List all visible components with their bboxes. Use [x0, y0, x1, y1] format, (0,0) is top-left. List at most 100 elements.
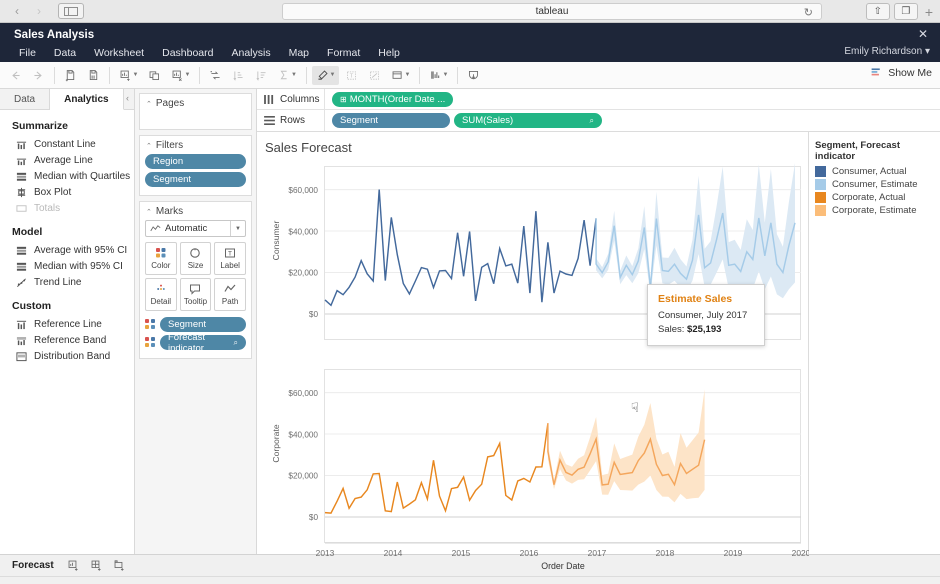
pages-card-header[interactable]: ⌃ Pages — [140, 94, 251, 112]
download-button[interactable] — [463, 66, 484, 85]
menu-analysis[interactable]: Analysis — [222, 45, 279, 61]
marks-tooltip-button[interactable]: Tooltip — [179, 278, 212, 311]
legend-item[interactable]: Consumer, Actual — [815, 166, 934, 177]
reload-icon[interactable]: ↻ — [804, 6, 813, 19]
tabs-overview-icon[interactable]: ❐ — [893, 3, 918, 20]
address-bar[interactable]: tableau ↻ — [282, 3, 822, 20]
show-me-button[interactable]: Show Me — [870, 66, 932, 79]
chevron-down-icon: ▼ — [291, 72, 297, 78]
shelf-pill-month-order-date[interactable]: ⊞ MONTH(Order Date ... — [332, 91, 454, 107]
legend-item[interactable]: Corporate, Actual — [815, 192, 934, 203]
marks-pill-forecast-indicator[interactable]: Forecast indicator ⌕ — [160, 332, 246, 354]
marks-detail-button[interactable]: Detail — [145, 278, 177, 311]
analytics-item-median-with-quartiles[interactable]: Median with Quartiles — [0, 168, 134, 184]
highlight-button[interactable]: ▼ — [312, 65, 339, 85]
detail-icon — [157, 284, 165, 290]
pane-tab-data[interactable]: Data — [0, 89, 51, 109]
viz-and-legend: Sales Forecast $0 $20,000 $40,000 $60,000 Co… — [257, 132, 940, 571]
presentation-button[interactable] — [364, 66, 385, 85]
legend-item[interactable]: Corporate, Estimate — [815, 205, 934, 216]
sales-forecast-chart[interactable]: $0 $20,000 $40,000 $60,000 Consumer $0 $20,000… — [257, 161, 811, 579]
analytics-item-constant-line[interactable]: Constant Line — [0, 136, 134, 152]
analytics-item-average-with-95-ci[interactable]: Average with 95% CI — [0, 242, 134, 258]
forward-button[interactable] — [28, 66, 49, 85]
analytics-item-average-line[interactable]: Average Line — [0, 152, 134, 168]
new-worksheet-button[interactable]: ▼ — [115, 66, 142, 85]
rows-shelf[interactable]: Rows Segment SUM(Sales) ⌕ — [257, 110, 940, 131]
filters-card-header[interactable]: ⌃ Filters — [140, 136, 251, 154]
marks-pill-label: Forecast indicator — [168, 331, 205, 354]
sort-descending-button[interactable] — [251, 66, 272, 85]
fit-button[interactable]: ▼ — [387, 66, 414, 85]
swap-rows-columns-button[interactable] — [205, 66, 226, 85]
collapse-pane-icon[interactable]: ‹ — [126, 93, 129, 103]
analytics-item-trend-line[interactable]: Trend Line — [0, 274, 134, 290]
legend-swatch — [815, 179, 826, 190]
back-button[interactable] — [5, 66, 26, 85]
hierarchy-expand-icon[interactable]: ⊞ — [340, 95, 347, 104]
x-axis-tick: 2016 — [520, 548, 539, 558]
color-icon — [155, 247, 167, 259]
marks-size-button[interactable]: Size — [179, 242, 212, 275]
menu-data[interactable]: Data — [45, 45, 85, 61]
pause-data-button[interactable] — [83, 66, 104, 85]
save-button[interactable] — [60, 66, 81, 85]
analytics-item-box-plot[interactable]: Box Plot — [0, 184, 134, 200]
analytics-item-reference-line[interactable]: Reference Line — [0, 316, 134, 332]
columns-shelf[interactable]: Columns ⊞ MONTH(Order Date ... — [257, 89, 940, 110]
columns-shelf-label: Columns — [257, 89, 325, 109]
path-icon — [224, 284, 236, 292]
show-hide-cards-button[interactable]: ▼ — [425, 66, 452, 85]
menu-worksheet[interactable]: Worksheet — [85, 45, 153, 61]
new-story-icon[interactable] — [109, 558, 130, 574]
pane-tab-analytics[interactable]: Analytics — [50, 89, 124, 110]
new-worksheet-icon[interactable] — [63, 558, 84, 574]
browser-forward-button[interactable]: › — [28, 3, 50, 19]
filter-pill-segment[interactable]: Segment — [145, 172, 246, 187]
mark-type-dropdown[interactable]: Automatic ▼ — [145, 220, 246, 237]
totals-button[interactable]: ▼ — [274, 66, 301, 85]
user-account-menu[interactable]: Emily Richardson ▾ — [844, 46, 930, 57]
analytics-item-reference-band[interactable]: Reference Band — [0, 332, 134, 348]
marks-label-button[interactable]: T Label — [214, 242, 246, 275]
legend-item[interactable]: Consumer, Estimate — [815, 179, 934, 190]
sidebar-toggle-icon[interactable] — [58, 3, 84, 19]
sort-ascending-button[interactable] — [228, 66, 249, 85]
marks-card-header[interactable]: ⌃ Marks — [140, 202, 251, 220]
shelf-pill-segment[interactable]: Segment — [332, 113, 450, 128]
browser-back-button[interactable]: ‹ — [6, 3, 28, 19]
size-icon — [189, 247, 201, 259]
visualization[interactable]: Sales Forecast $0 $20,000 $40,000 $60,000 Co… — [257, 132, 811, 571]
x-axis-tick: 2013 — [316, 548, 335, 558]
analytics-item-label: Trend Line — [34, 276, 82, 288]
filter-pill-region[interactable]: Region — [145, 154, 246, 169]
new-tab-button[interactable]: + — [922, 4, 936, 20]
duplicate-sheet-button[interactable] — [144, 66, 165, 85]
marks-path-button[interactable]: Path — [214, 278, 246, 311]
sheet-tab-forecast[interactable]: Forecast — [5, 558, 61, 573]
address-bar-text: tableau — [535, 6, 569, 17]
share-icon[interactable]: ⇧ — [865, 3, 890, 20]
chevron-down-icon: ▼ — [404, 72, 411, 78]
analytics-item-median-with-95-ci[interactable]: Median with 95% CI — [0, 258, 134, 274]
close-icon[interactable]: ✕ — [918, 28, 928, 40]
marks-button-label: Size — [187, 261, 204, 270]
toolbar-group-sort: ▼ — [200, 62, 306, 88]
menu-format[interactable]: Format — [318, 45, 369, 61]
menu-dashboard[interactable]: Dashboard — [153, 45, 222, 61]
shelf-pill-sum-sales[interactable]: SUM(Sales) ⌕ — [454, 113, 602, 128]
new-dashboard-icon[interactable] — [86, 558, 107, 574]
labels-button[interactable]: T — [341, 66, 362, 85]
marks-pill-segment[interactable]: Segment — [160, 317, 246, 332]
menu-help[interactable]: Help — [369, 45, 409, 61]
marks-button-label: Path — [221, 297, 239, 306]
clear-sheet-button[interactable]: ▼ — [167, 66, 194, 85]
box-plot-icon — [17, 187, 26, 197]
marks-color-button[interactable]: Color — [145, 242, 177, 275]
analytics-item-distribution-band[interactable]: Distribution Band — [0, 348, 134, 364]
reference-line-icon — [16, 319, 27, 330]
menu-file[interactable]: File — [10, 45, 45, 61]
reference-line-icon — [16, 320, 27, 329]
legend-label: Consumer, Estimate — [832, 179, 918, 190]
menu-map[interactable]: Map — [280, 45, 318, 61]
